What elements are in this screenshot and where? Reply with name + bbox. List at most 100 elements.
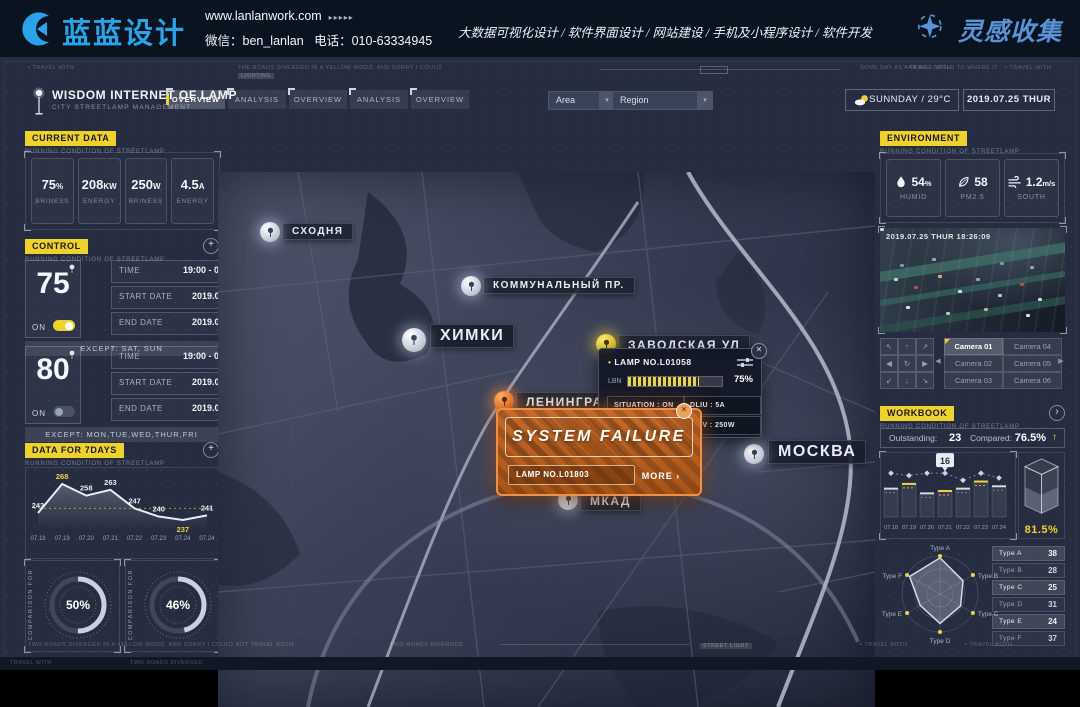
decor-top-poem: THE ROADS DIVERGED IN A YELLOW WOOD, AND… bbox=[238, 65, 442, 71]
svg-text:241: 241 bbox=[201, 503, 214, 512]
droplet-icon bbox=[895, 175, 907, 189]
compared-value: 76.5% bbox=[1015, 432, 1046, 444]
pan-down-left-button[interactable]: ↙ bbox=[880, 372, 898, 389]
camera-list: Camera 01 Camera 02 Camera 03 Camera 04 … bbox=[944, 338, 1060, 387]
svg-text:Type D: Type D bbox=[930, 638, 951, 645]
map-label-khimki[interactable]: ХИМКИ bbox=[430, 324, 514, 348]
camera-button-2[interactable]: Camera 02 bbox=[944, 355, 1003, 372]
week-line-chart: 243268258263247240237241 bbox=[26, 468, 219, 534]
close-icon[interactable]: ✕ bbox=[676, 403, 692, 419]
schedule-2-toggle[interactable] bbox=[53, 406, 75, 417]
sparkle-icon bbox=[917, 14, 945, 42]
week-chart-x-axis: 07.1807.1907.2007.2107.2207.2307.2407.24 bbox=[26, 536, 219, 542]
camera-button-3[interactable]: Camera 03 bbox=[944, 372, 1003, 389]
pan-down-button[interactable]: ↓ bbox=[898, 372, 916, 389]
up-arrow-icon: ↑ bbox=[1052, 432, 1057, 443]
city-map[interactable]: СХОДНЯ КОММУНАЛЬНЫЙ ПР. ХИМКИ ЗАВОДСКАЯ … bbox=[218, 172, 875, 707]
legend-row-type-a: Type A38 bbox=[992, 546, 1065, 561]
lamp-icon bbox=[467, 281, 476, 292]
lbn-value: 75% bbox=[734, 374, 753, 385]
area-select[interactable]: Area ▾ bbox=[548, 91, 615, 110]
arrows-decoration: ▸▸▸▸▸ bbox=[329, 13, 354, 22]
camera-button-4[interactable]: Camera 04 bbox=[1003, 338, 1062, 355]
add-schedule-button[interactable]: + bbox=[203, 238, 219, 254]
current-data-badge: CURRENT DATA bbox=[25, 131, 116, 146]
camera-list-prev-icon[interactable]: ◀ bbox=[934, 338, 942, 385]
brightness-card-2: 80 ON bbox=[25, 346, 81, 424]
outstanding-value: 23 bbox=[949, 432, 961, 444]
brand-website: www.lanlanwork.com ▸▸▸▸▸ bbox=[205, 9, 354, 23]
close-icon[interactable]: ✕ bbox=[751, 343, 767, 359]
comparison-gauge-2: COMPARISON FOR 46% bbox=[125, 560, 220, 652]
svg-text:07.24: 07.24 bbox=[992, 525, 1006, 531]
map-pin-skhodnya[interactable] bbox=[260, 222, 280, 242]
workbook-badge: WORKBOOK bbox=[880, 406, 954, 421]
panel-workbook: WORKBOOK RUNNING CONDITION OF STREETLAMP bbox=[880, 403, 1020, 430]
brightness-value: 80 bbox=[26, 353, 80, 387]
environment-badge: ENVIRONMENT bbox=[880, 131, 967, 146]
lanes-decoration bbox=[880, 228, 1065, 332]
camera-button-1[interactable]: Camera 01 bbox=[944, 338, 1003, 355]
failure-message-frame: SYSTEM FAILURE bbox=[505, 417, 693, 457]
legend-row-type-e: Type E24 bbox=[992, 614, 1065, 629]
workbook-chart-frame: 07.1807.1907.2007.2107.2207.2307.2416 bbox=[880, 452, 1016, 539]
x-tick: 07.20 bbox=[74, 536, 98, 542]
camera-feed: 2019.07.25 THUR 18:26:09 bbox=[880, 228, 1065, 332]
pan-up-right-button[interactable]: ↗ bbox=[916, 338, 934, 355]
weather-text: SUNNDAY / 29°C bbox=[869, 94, 951, 105]
schedule-1-toggle[interactable] bbox=[53, 320, 75, 331]
stat-card-briness: 75%BRINESS bbox=[31, 158, 74, 224]
cube-icon bbox=[1019, 455, 1064, 523]
pan-down-right-button[interactable]: ↘ bbox=[916, 372, 934, 389]
tab-analysis-2[interactable]: ANALYSIS bbox=[350, 90, 408, 109]
decor-bottom-poem: TWO ROADS DIVERGED IN A YELLOW WOOD, AND… bbox=[28, 642, 296, 648]
pan-right-button[interactable]: ▶ bbox=[916, 355, 934, 372]
region-select[interactable]: Region ▾ bbox=[612, 91, 713, 110]
camera-button-5[interactable]: Camera 05 bbox=[1003, 355, 1062, 372]
expand-week-chart-button[interactable]: + bbox=[203, 442, 219, 458]
tab-overview-2[interactable]: OVERVIEW bbox=[289, 90, 347, 109]
panel-current-data: CURRENT DATA RUNNING CONDITION OF STREET… bbox=[25, 128, 165, 155]
map-pin-khimki[interactable] bbox=[402, 328, 426, 352]
pan-left-button[interactable]: ◀ bbox=[880, 355, 898, 372]
tab-overview-3[interactable]: OVERVIEW bbox=[411, 90, 469, 109]
leaf-icon bbox=[957, 175, 970, 189]
lamp-icon bbox=[564, 495, 573, 506]
map-pin-moskva[interactable] bbox=[744, 444, 764, 464]
schedule-block-1: 75 ON TIME19:00 - 05:30 START DATE2019.0… bbox=[25, 260, 218, 356]
map-label-skhodnya[interactable]: СХОДНЯ bbox=[282, 223, 353, 240]
x-tick: 07.18 bbox=[26, 536, 50, 542]
popup-lamp-id: • LAMP NO.L01058 bbox=[608, 357, 692, 367]
camera-list-next-icon[interactable]: ▶ bbox=[1057, 338, 1065, 385]
env-card-wind: 1.2m/s SOUTH bbox=[1004, 159, 1059, 217]
failure-lamp-id: LAMP NO.L01803 bbox=[508, 465, 635, 485]
x-tick: 07.23 bbox=[147, 536, 171, 542]
workbook-stats: Outstanding: 23 Compared: 76.5% ↑ bbox=[880, 428, 1065, 448]
map-label-kommunalny[interactable]: КОММУНАЛЬНЫЙ ПР. bbox=[483, 277, 635, 294]
pan-up-left-button[interactable]: ↖ bbox=[880, 338, 898, 355]
tab-analysis-1[interactable]: ANALYSIS bbox=[228, 90, 286, 109]
panel-control: CONTROL RUNNING CONDITION OF STREETLAMP bbox=[25, 236, 165, 263]
cube-percentage: 81.5% bbox=[1019, 524, 1064, 536]
legend-row-type-c: Type C25 bbox=[992, 580, 1065, 595]
chevron-right-icon: › bbox=[676, 471, 680, 481]
map-pin-kommunalny[interactable] bbox=[461, 276, 481, 296]
more-button[interactable]: MORE › bbox=[632, 467, 690, 485]
decor-bottom-travel1: ▪ TRAVEL BOTH bbox=[860, 642, 907, 648]
tab-overview-1[interactable]: OVERVIEW bbox=[167, 90, 225, 109]
cars-decoration bbox=[880, 228, 884, 231]
camera-button-6[interactable]: Camera 06 bbox=[1003, 372, 1062, 389]
brand-banner: 蓝蓝设计 www.lanlanwork.com ▸▸▸▸▸ 微信：ben_lan… bbox=[0, 0, 1080, 57]
lbn-progress-fill bbox=[628, 377, 699, 386]
brightness-card-1: 75 ON bbox=[25, 260, 81, 338]
week-chart-frame: 243268258263247240237241 07.1807.1907.20… bbox=[25, 467, 220, 559]
control-badge: CONTROL bbox=[25, 239, 88, 254]
sliders-icon[interactable] bbox=[737, 357, 753, 367]
workbook-next-button[interactable]: › bbox=[1049, 405, 1065, 421]
env-card-pm25: 58 PM2.5 bbox=[945, 159, 1000, 217]
legend-row-type-b: Type B28 bbox=[992, 563, 1065, 578]
environment-cards: 54% HUMID 58 PM2.5 1.2m/s SOUTH bbox=[880, 153, 1065, 223]
reset-view-button[interactable]: ↻ bbox=[898, 355, 916, 372]
map-label-moskva[interactable]: МОСКВА bbox=[768, 440, 866, 464]
pan-up-button[interactable]: ↑ bbox=[898, 338, 916, 355]
